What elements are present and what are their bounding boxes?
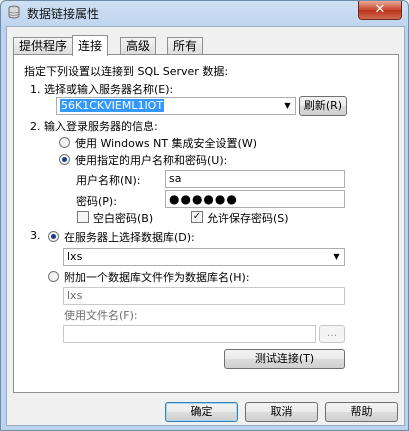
dialog-client: 提供程序 连接 高级 所有 指定下列设置以连接到 SQL Server 数据: … [6,26,405,426]
password-input[interactable]: ●●●●●● [165,190,345,208]
cancel-button[interactable]: 取消 [245,402,318,422]
sql-auth-label: 使用指定的用户名称和密码(U): [75,154,228,167]
connection-panel: 指定下列设置以连接到 SQL Server 数据: 1. 选择或输入服务器名称(… [13,54,399,393]
help-button[interactable]: 帮助 [325,402,398,422]
database-combo[interactable]: lxs ▼ [63,248,345,266]
intro-text: 指定下列设置以连接到 SQL Server 数据: [24,65,229,78]
step3-number: 3. [30,229,41,242]
tab-connection[interactable]: 连接 [72,35,109,56]
tab-provider[interactable]: 提供程序 [13,37,74,55]
allow-save-password-label: 允许保存密码(S) [207,212,289,225]
allow-save-password-checkbox[interactable]: ✓ [191,211,203,223]
refresh-button[interactable]: 刷新(R) [299,96,347,116]
browse-button[interactable]: ... [319,325,345,343]
use-filename-label: 使用文件名(F): [64,309,138,322]
chevron-down-icon[interactable]: ▼ [280,98,295,114]
windows-auth-radio[interactable] [59,137,70,148]
tab-advanced[interactable]: 高级 [120,37,157,55]
filename-input[interactable] [63,325,316,343]
step2-label: 2. 输入登录服务器的信息: [30,120,158,133]
ok-button[interactable]: 确定 [165,402,238,422]
checkmark-icon: ✓ [192,211,202,222]
username-input[interactable]: sa [165,170,345,188]
attach-name-input[interactable]: lxs [63,287,345,305]
step1-label: 1. 选择或输入服务器名称(E): [30,83,174,96]
close-icon: ✕ [374,2,386,17]
password-label: 密码(P): [76,195,117,208]
window-title: 数据链接属性 [27,7,100,21]
select-db-label: 在服务器上选择数据库(D): [64,231,195,244]
database-icon [8,5,20,19]
sql-auth-radio[interactable] [59,154,70,165]
username-label: 用户名称(N): [76,174,141,187]
chevron-down-icon[interactable]: ▼ [329,249,344,265]
title-bar[interactable]: 数据链接属性 ✕ [1,1,408,25]
close-button[interactable]: ✕ [358,1,402,20]
select-db-radio[interactable] [48,231,59,242]
windows-auth-label: 使用 Windows NT 集成安全设置(W) [75,137,257,150]
dialog-window: 数据链接属性 ✕ 提供程序 连接 高级 所有 指定下列设置以连接到 SQL Se… [0,0,409,431]
tab-all[interactable]: 所有 [167,37,204,55]
blank-password-checkbox[interactable] [77,211,89,223]
server-name-combo[interactable]: 56K1CKVIEML1IOT ▼ [56,97,296,115]
blank-password-label: 空白密码(B) [93,212,154,225]
server-name-value: 56K1CKVIEML1IOT [60,99,165,112]
test-connection-button[interactable]: 测试连接(T) [224,349,345,369]
attach-db-label: 附加一个数据库文件作为数据库名(H): [64,271,250,284]
database-value: lxs [67,250,83,263]
attach-db-radio[interactable] [48,271,59,282]
